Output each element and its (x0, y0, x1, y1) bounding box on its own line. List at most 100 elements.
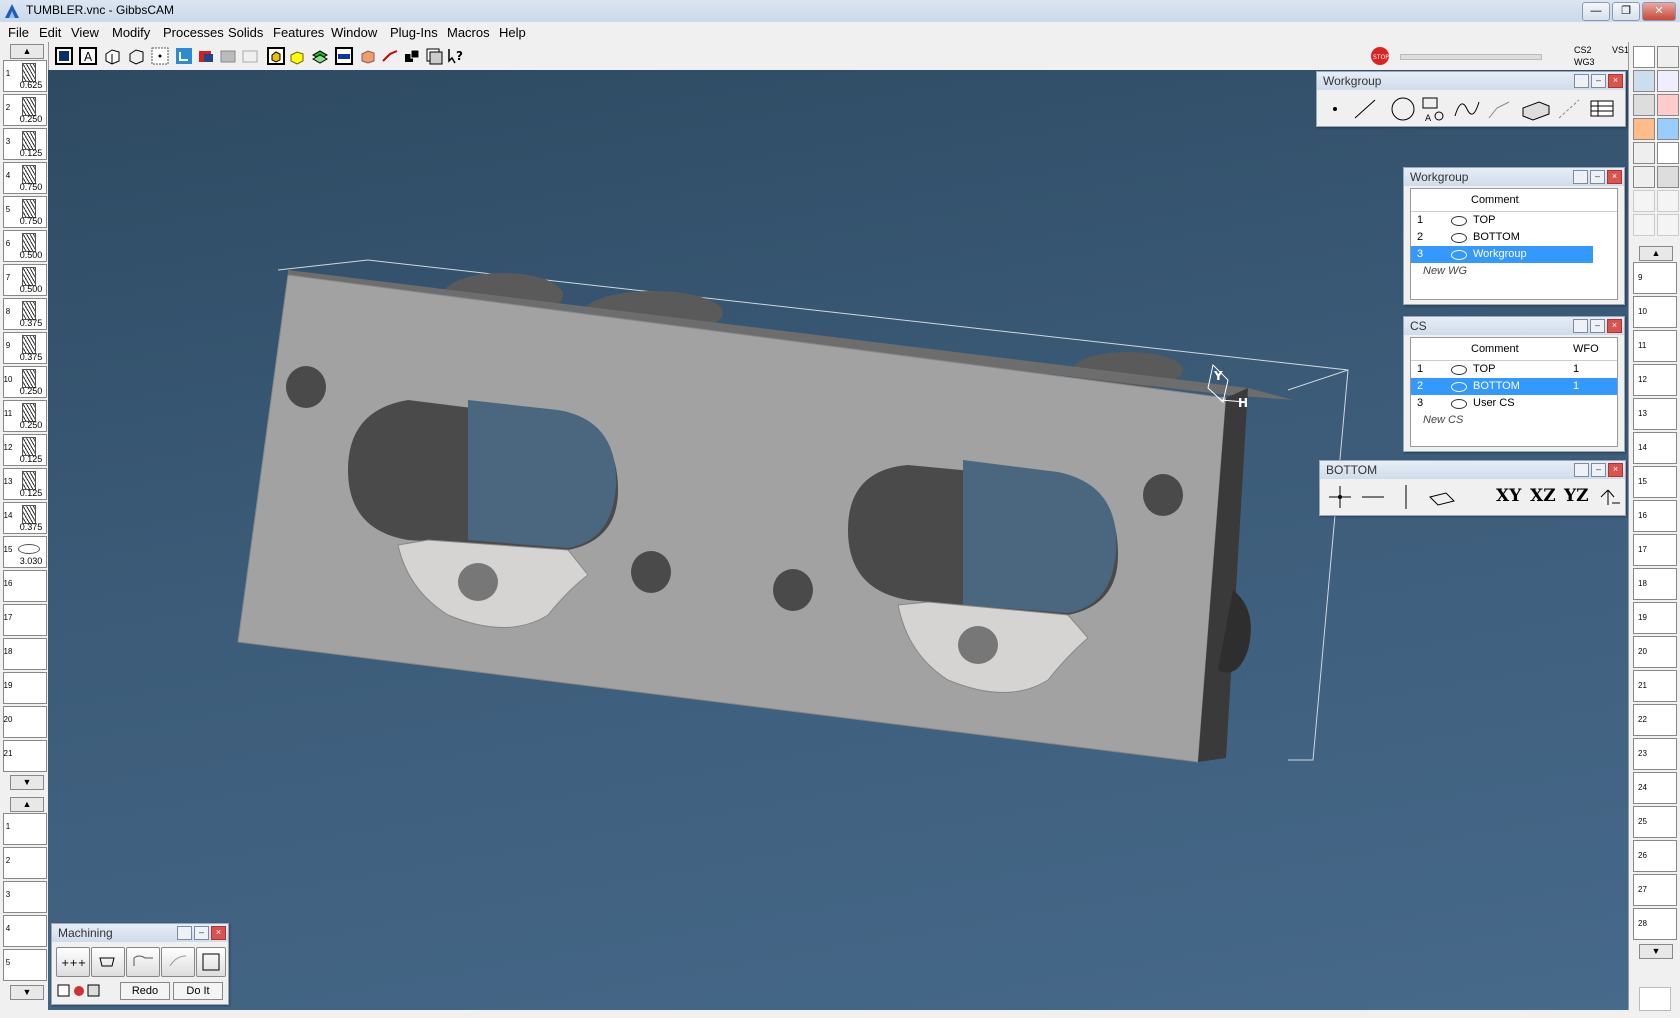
minimize-palette-icon[interactable]: – (1591, 463, 1606, 477)
process-list-slot[interactable]: 14 (1633, 432, 1677, 464)
part-icon[interactable] (1633, 166, 1655, 188)
process-list-slot[interactable]: 26 (1633, 840, 1677, 872)
process-slot[interactable]: 2 (3, 847, 47, 879)
do-it-button[interactable]: Do It (173, 982, 223, 1000)
tool-slot[interactable]: 1 0.625 (3, 60, 47, 92)
process-list-slot[interactable]: 17 (1633, 534, 1677, 566)
tool-slot[interactable]: 13 0.125 (3, 468, 47, 500)
process-list-slot[interactable]: 9 (1633, 262, 1677, 294)
document-icon[interactable] (54, 46, 74, 66)
tool-slot[interactable]: 11 0.250 (3, 400, 47, 432)
process-list-slot[interactable]: 28 (1633, 908, 1677, 940)
xy-plane-button[interactable]: XY (1496, 486, 1521, 506)
process-list-slot[interactable]: 15 (1633, 466, 1677, 498)
minimize-palette-icon[interactable]: – (194, 926, 209, 940)
dock-icon[interactable] (1573, 319, 1588, 333)
close-palette-icon[interactable]: × (211, 926, 226, 940)
layer-blue-icon[interactable] (1657, 118, 1679, 140)
gray-b-icon[interactable] (1657, 190, 1679, 212)
minimize-palette-icon[interactable]: – (1590, 319, 1605, 333)
thread-process-button[interactable] (161, 947, 195, 977)
tool-slot[interactable]: 16 (3, 570, 47, 602)
menu-edit[interactable]: Edit (39, 25, 61, 40)
process-list-slot[interactable]: 27 (1633, 874, 1677, 906)
tool-icon[interactable] (1633, 94, 1655, 116)
hidden-line-icon[interactable] (240, 46, 260, 66)
tool-scroll-down-button[interactable]: ▼ (10, 775, 44, 790)
process-scroll-up-button[interactable]: ▲ (10, 797, 44, 812)
text-tool-icon[interactable] (1422, 97, 1438, 109)
tool-slot[interactable]: 2 0.250 (3, 94, 47, 126)
menu-processes[interactable]: Processes (163, 25, 224, 40)
menu-help[interactable]: Help (499, 25, 526, 40)
tool-slot[interactable]: 7 0.500 (3, 264, 47, 296)
minimize-palette-icon[interactable]: – (1590, 170, 1605, 184)
dark-shapes-icon[interactable] (402, 46, 422, 66)
contour-process-button[interactable] (126, 947, 160, 977)
flat-icon[interactable] (334, 46, 354, 66)
tool-slot[interactable]: 17 (3, 604, 47, 636)
process-list-slot[interactable]: 18 (1633, 568, 1677, 600)
process-list-slot[interactable]: 25 (1633, 806, 1677, 838)
text-icon[interactable]: A (78, 46, 98, 66)
process-list-slot[interactable]: 16 (1633, 500, 1677, 532)
eye-icon[interactable] (1451, 216, 1467, 226)
process-list-slot[interactable]: 10 (1633, 296, 1677, 328)
cs-row[interactable]: 1 TOP 1 (1411, 361, 1617, 378)
workgroup-row-selected[interactable]: 3 Workgroup (1411, 246, 1593, 263)
wire-box-icon[interactable] (126, 46, 146, 66)
select-icon[interactable] (1633, 70, 1655, 92)
process-list-icons[interactable] (56, 983, 104, 999)
new-workgroup-row[interactable]: New WG (1411, 263, 1617, 280)
stop-icon[interactable]: STOP (1370, 46, 1390, 66)
menu-modify[interactable]: Modify (112, 25, 150, 40)
process-slot[interactable]: 5 (3, 949, 47, 981)
view-icon[interactable] (1633, 142, 1655, 164)
process-list-slot[interactable]: 22 (1633, 704, 1677, 736)
fillet-tool-icon[interactable] (1488, 101, 1510, 119)
close-button[interactable]: ✕ (1642, 2, 1676, 21)
eye-icon[interactable] (1451, 382, 1467, 392)
tool-slot[interactable]: 10 0.250 (3, 366, 47, 398)
help-icon[interactable]: ? (446, 46, 466, 66)
close-palette-icon[interactable]: × (1607, 170, 1622, 184)
process-list-slot[interactable]: 12 (1633, 364, 1677, 396)
shapes-icon[interactable] (288, 46, 308, 66)
menu-window[interactable]: Window (331, 25, 377, 40)
select-box-icon[interactable] (150, 46, 170, 66)
workgroup-row[interactable]: 2 BOTTOM (1411, 229, 1617, 246)
cs-icon[interactable] (174, 46, 194, 66)
new-document-icon[interactable] (1633, 46, 1655, 68)
eye-icon[interactable] (1451, 399, 1467, 409)
tool-slot[interactable]: 14 0.375 (3, 502, 47, 534)
box-icon[interactable] (1657, 142, 1679, 164)
process-list-slot[interactable]: 21 (1633, 670, 1677, 702)
trim-tool-icon[interactable] (1558, 99, 1580, 119)
minimize-button[interactable]: — (1582, 2, 1610, 21)
part-model[interactable]: Y H (48, 70, 1628, 1010)
stock-orange-icon[interactable] (1633, 118, 1655, 140)
stock-icon[interactable] (358, 46, 378, 66)
tool-slot[interactable]: 21 (3, 740, 47, 772)
dock-icon[interactable] (1574, 463, 1589, 477)
stack-icon[interactable] (424, 46, 444, 66)
tool-slot[interactable]: 9 0.375 (3, 332, 47, 364)
workgroup-row[interactable]: 1 TOP (1411, 212, 1617, 229)
right-scroll-down-button[interactable]: ▼ (1639, 944, 1673, 959)
process-list-slot[interactable]: 20 (1633, 636, 1677, 668)
tool-slot[interactable]: 8 0.375 (3, 298, 47, 330)
process-slot[interactable]: 3 (3, 881, 47, 913)
axis-swap-icon[interactable] (1598, 485, 1624, 511)
dock-icon[interactable] (1573, 170, 1588, 184)
cs-axis-icon[interactable] (1657, 70, 1679, 92)
settings-icon[interactable] (1657, 166, 1679, 188)
eye-icon[interactable] (1451, 365, 1467, 375)
origin-tool-icon[interactable] (1329, 486, 1351, 508)
tool-slot[interactable]: 3 0.125 (3, 128, 47, 160)
process-list-slot[interactable]: 24 (1633, 772, 1677, 804)
path-icon[interactable] (380, 46, 400, 66)
new-cs-row[interactable]: New CS (1411, 412, 1617, 429)
right-scroll-up-button[interactable]: ▲ (1639, 246, 1673, 261)
process-list-slot[interactable]: 11 (1633, 330, 1677, 362)
cs-row-selected[interactable]: 2 BOTTOM 1 (1411, 378, 1617, 395)
